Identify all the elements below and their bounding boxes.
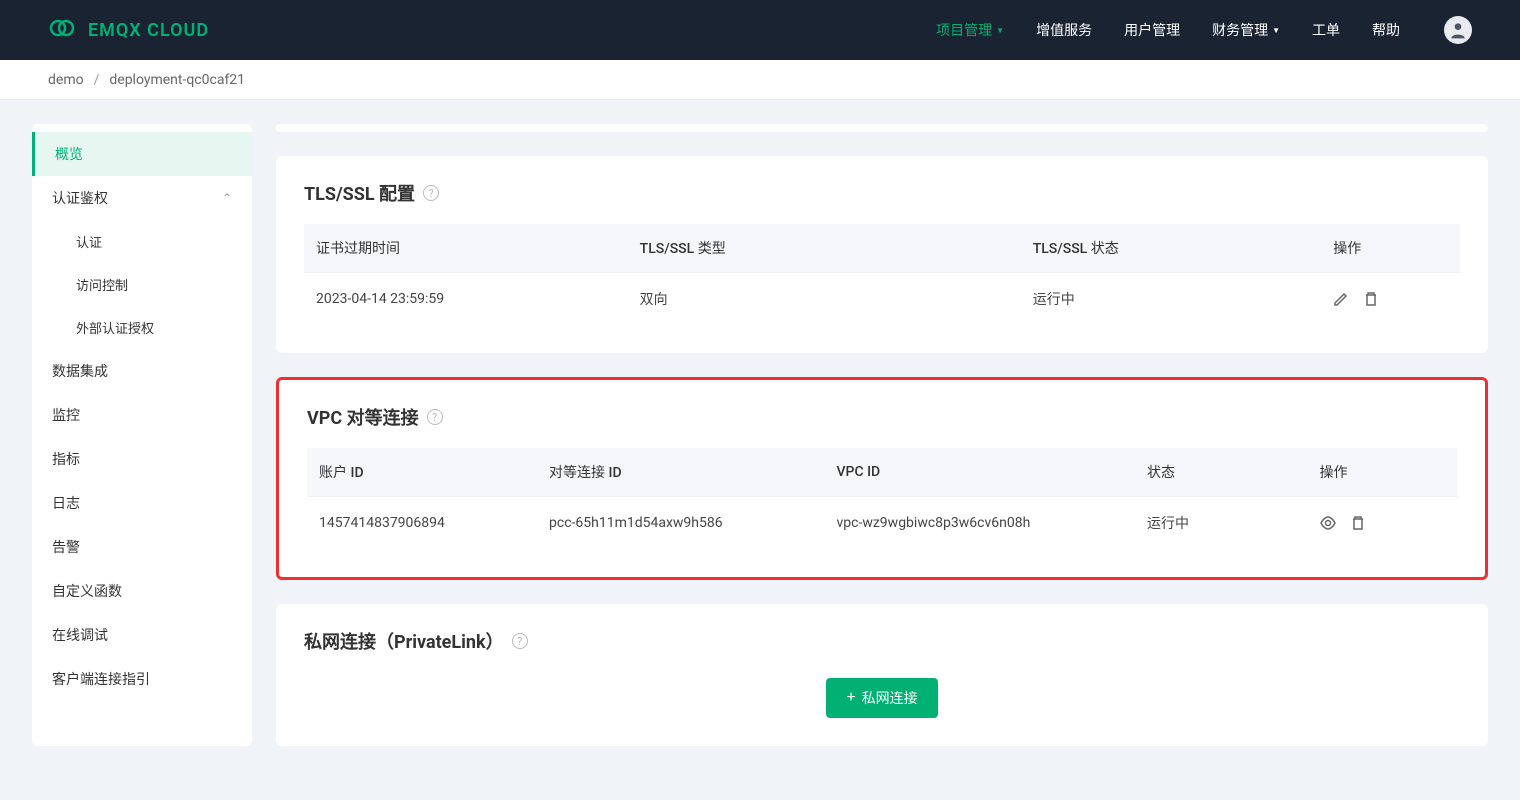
help-icon[interactable]: ? xyxy=(512,633,528,649)
card-private-link: 私网连接（PrivateLink） ? + 私网连接 xyxy=(276,604,1488,746)
view-icon[interactable] xyxy=(1320,515,1336,531)
logo-text: EMQX CLOUD xyxy=(88,20,209,41)
cell-peer-id: pcc-65h11m1d54axw9h586 xyxy=(537,497,825,550)
sidebar-item-data-integration[interactable]: 数据集成 xyxy=(32,349,252,393)
delete-icon[interactable] xyxy=(1363,291,1379,307)
card-stub-top xyxy=(276,124,1488,132)
sidebar-item-external-auth[interactable]: 外部认证授权 xyxy=(32,306,252,349)
main-content: TLS/SSL 配置 ? 证书过期时间 TLS/SSL 类型 TLS/SSL 状… xyxy=(276,124,1488,746)
plus-icon: + xyxy=(846,690,855,706)
col-action: 操作 xyxy=(1321,224,1460,273)
table-row: 2023-04-14 23:59:59 双向 运行中 xyxy=(304,273,1460,326)
vpc-table: 账户 ID 对等连接 ID VPC ID 状态 操作 1457414837906… xyxy=(307,448,1457,549)
breadcrumb-item[interactable]: demo xyxy=(48,72,84,88)
caret-down-icon: ▼ xyxy=(1272,26,1280,35)
sidebar-item-functions[interactable]: 自定义函数 xyxy=(32,569,252,613)
nav-label: 财务管理 xyxy=(1212,20,1268,40)
breadcrumb: demo / deployment-qc0caf21 xyxy=(0,60,1520,100)
card-title: TLS/SSL 配置 xyxy=(304,180,415,206)
sidebar-item-auth[interactable]: 认证鉴权 ⌃ xyxy=(32,176,252,220)
col-status: TLS/SSL 状态 xyxy=(1021,224,1322,273)
cell-type: 双向 xyxy=(628,273,1021,326)
col-account-id: 账户 ID xyxy=(307,448,537,497)
logo-icon xyxy=(48,14,76,46)
card-title: VPC 对等连接 xyxy=(307,404,419,430)
nav-finance-mgmt[interactable]: 财务管理 ▼ xyxy=(1212,20,1280,40)
button-label: 私网连接 xyxy=(862,688,918,708)
cell-status: 运行中 xyxy=(1021,273,1322,326)
add-private-link-button[interactable]: + 私网连接 xyxy=(826,678,937,718)
card-title: 私网连接（PrivateLink） xyxy=(304,628,504,654)
card-vpc-peering: VPC 对等连接 ? 账户 ID 对等连接 ID VPC ID 状态 操作 14… xyxy=(276,377,1488,580)
cell-account-id: 1457414837906894 xyxy=(307,497,537,550)
col-peer-id: 对等连接 ID xyxy=(537,448,825,497)
sidebar-item-debug[interactable]: 在线调试 xyxy=(32,613,252,657)
col-type: TLS/SSL 类型 xyxy=(628,224,1021,273)
sidebar-item-label: 认证鉴权 xyxy=(52,188,108,208)
logo[interactable]: EMQX CLOUD xyxy=(48,14,209,46)
card-tls-ssl: TLS/SSL 配置 ? 证书过期时间 TLS/SSL 类型 TLS/SSL 状… xyxy=(276,156,1488,353)
cell-vpc-id: vpc-wz9wgbiwc8p3w6cv6n08h xyxy=(825,497,1136,550)
nav-project-mgmt[interactable]: 项目管理 ▼ xyxy=(936,20,1004,40)
sidebar-item-authentication[interactable]: 认证 xyxy=(32,220,252,263)
nav-label: 项目管理 xyxy=(936,20,992,40)
chevron-up-icon: ⌃ xyxy=(222,191,232,205)
cell-expire: 2023-04-14 23:59:59 xyxy=(304,273,628,326)
header: EMQX CLOUD 项目管理 ▼ 增值服务 用户管理 财务管理 ▼ 工单 帮助 xyxy=(0,0,1520,60)
sidebar-item-overview[interactable]: 概览 xyxy=(32,132,252,176)
sidebar-item-logs[interactable]: 日志 xyxy=(32,481,252,525)
delete-icon[interactable] xyxy=(1350,515,1366,531)
sidebar-item-alerts[interactable]: 告警 xyxy=(32,525,252,569)
nav-value-added[interactable]: 增值服务 xyxy=(1036,20,1092,40)
col-status: 状态 xyxy=(1135,448,1308,497)
col-expire: 证书过期时间 xyxy=(304,224,628,273)
table-row: 1457414837906894 pcc-65h11m1d54axw9h586 … xyxy=(307,497,1457,550)
sidebar-item-metrics[interactable]: 指标 xyxy=(32,437,252,481)
avatar[interactable] xyxy=(1444,16,1472,44)
help-icon[interactable]: ? xyxy=(423,185,439,201)
sidebar-item-access-control[interactable]: 访问控制 xyxy=(32,263,252,306)
sidebar-item-client-guide[interactable]: 客户端连接指引 xyxy=(32,657,252,701)
col-vpc-id: VPC ID xyxy=(825,448,1136,497)
nav-tickets[interactable]: 工单 xyxy=(1312,20,1340,40)
caret-down-icon: ▼ xyxy=(996,26,1004,35)
help-icon[interactable]: ? xyxy=(427,409,443,425)
cell-status: 运行中 xyxy=(1135,497,1308,550)
tls-table: 证书过期时间 TLS/SSL 类型 TLS/SSL 状态 操作 2023-04-… xyxy=(304,224,1460,325)
top-nav: 项目管理 ▼ 增值服务 用户管理 财务管理 ▼ 工单 帮助 xyxy=(936,16,1472,44)
nav-help[interactable]: 帮助 xyxy=(1372,20,1400,40)
breadcrumb-item: deployment-qc0caf21 xyxy=(109,72,245,88)
sidebar: 概览 认证鉴权 ⌃ 认证 访问控制 外部认证授权 数据集成 监控 指标 日志 告… xyxy=(32,124,252,746)
edit-icon[interactable] xyxy=(1333,291,1349,307)
col-action: 操作 xyxy=(1308,448,1458,497)
breadcrumb-separator: / xyxy=(94,72,100,88)
nav-user-mgmt[interactable]: 用户管理 xyxy=(1124,20,1180,40)
sidebar-item-monitor[interactable]: 监控 xyxy=(32,393,252,437)
